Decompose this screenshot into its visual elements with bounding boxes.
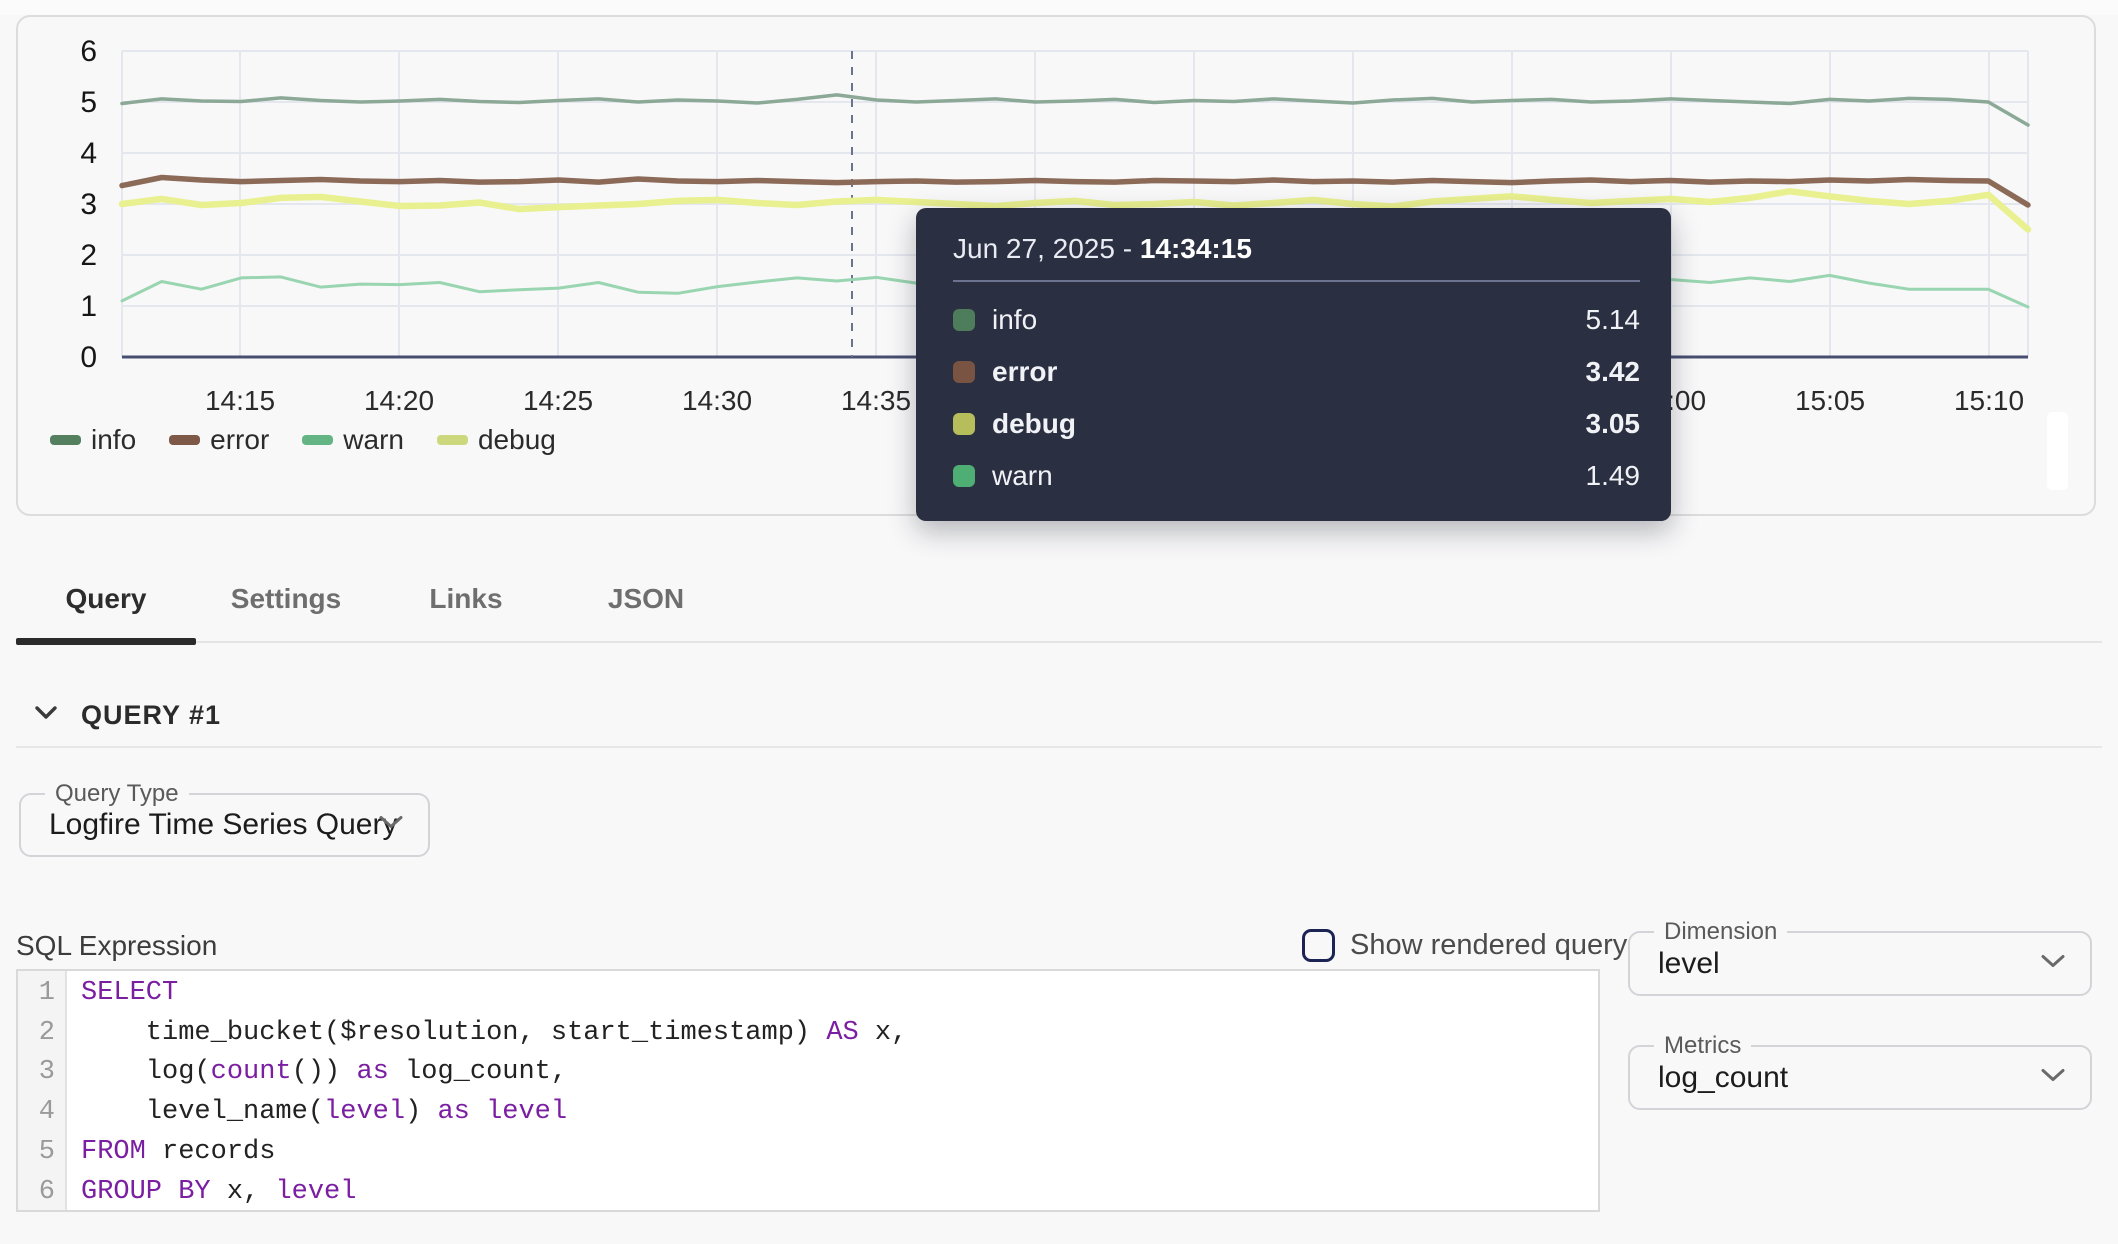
legend-label: warn <box>343 424 404 456</box>
show-rendered-query: Show rendered query <box>1302 929 1627 962</box>
tooltip-series-label: error <box>992 356 1057 388</box>
y-axis-label: 4 <box>80 137 97 170</box>
metrics-label: Metrics <box>1654 1032 1751 1060</box>
x-axis-label: 15:10 <box>1954 385 2024 416</box>
tooltip-swatch-debug <box>953 413 975 435</box>
x-axis-label: 14:15 <box>205 385 275 416</box>
line-number: 3 <box>18 1053 55 1093</box>
x-axis-label: 14:20 <box>364 385 434 416</box>
chevron-down-icon[interactable] <box>34 705 58 726</box>
sql-expression-label: SQL Expression <box>16 930 217 962</box>
dimension-value: level <box>1658 947 1720 981</box>
line-number: 5 <box>18 1133 55 1173</box>
tooltip-series-value: 3.42 <box>1586 356 1641 388</box>
tooltip-row-warn: warn 1.49 <box>953 450 1640 502</box>
line-number: 2 <box>18 1014 55 1054</box>
legend-item-error[interactable]: error <box>169 424 269 456</box>
line-number: 1 <box>18 974 55 1014</box>
tab-settings[interactable]: Settings <box>196 568 376 630</box>
tooltip-timestamp: Jun 27, 2025 - 14:34:15 <box>953 208 1640 266</box>
code-line: level_name(level) as level <box>81 1093 907 1133</box>
tooltip-series-value: 1.49 <box>1586 460 1641 492</box>
legend-item-warn[interactable]: warn <box>302 424 404 456</box>
tooltip-divider <box>953 280 1640 282</box>
x-axis-label: 15:05 <box>1795 385 1865 416</box>
query-section-title: QUERY #1 <box>81 700 221 731</box>
tooltip-swatch-info <box>953 309 975 331</box>
legend-swatch-error <box>169 435 200 445</box>
query-type-value: Logfire Time Series Query <box>49 808 397 842</box>
legend-label: debug <box>478 424 556 456</box>
dimension-select[interactable]: Dimension level <box>1628 931 2092 996</box>
y-axis-label: 5 <box>80 86 97 119</box>
tooltip-series-label: warn <box>992 460 1053 492</box>
query-type-select[interactable]: Query Type Logfire Time Series Query <box>19 793 430 857</box>
show-rendered-label: Show rendered query <box>1350 929 1627 962</box>
legend-swatch-debug <box>437 435 468 445</box>
legend-item-debug[interactable]: debug <box>437 424 556 456</box>
tooltip-series-label: debug <box>992 408 1076 440</box>
query-section-header[interactable]: QUERY #1 <box>34 700 221 731</box>
tooltip-series-label: info <box>992 304 1037 336</box>
tab-bar: QuerySettingsLinksJSON <box>16 568 736 630</box>
x-axis-label: 14:30 <box>682 385 752 416</box>
legend-label: info <box>91 424 136 456</box>
show-rendered-checkbox[interactable] <box>1302 929 1335 962</box>
tooltip-time: 14:34:15 <box>1140 233 1252 264</box>
y-axis-label: 0 <box>80 341 97 374</box>
tooltip-series-value: 3.05 <box>1586 408 1641 440</box>
chevron-down-icon <box>378 815 404 836</box>
chart-legend: info error warn debug <box>50 424 556 456</box>
y-axis-label: 6 <box>80 35 97 68</box>
tooltip-series-value: 5.14 <box>1586 304 1641 336</box>
metrics-value: log_count <box>1658 1061 1788 1095</box>
line-number: 6 <box>18 1173 55 1213</box>
y-axis-label: 3 <box>80 188 97 221</box>
y-axis-label: 1 <box>80 290 97 323</box>
tab-query[interactable]: Query <box>16 568 196 630</box>
tab-links[interactable]: Links <box>376 568 556 630</box>
tooltip-rows: info 5.14 error 3.42 debug 3.05 warn 1.49 <box>953 294 1640 502</box>
tooltip-row-error: error 3.42 <box>953 346 1640 398</box>
section-divider <box>16 746 2102 748</box>
active-tab-underline <box>16 638 196 645</box>
tooltip-date: Jun 27, 2025 - <box>953 233 1140 264</box>
sql-editor[interactable]: 123456 SELECT time_bucket($resolution, s… <box>16 969 1600 1212</box>
legend-swatch-warn <box>302 435 333 445</box>
legend-swatch-info <box>50 435 81 445</box>
legend-item-info[interactable]: info <box>50 424 136 456</box>
series-line-info <box>122 95 2028 125</box>
tooltip-swatch-error <box>953 361 975 383</box>
legend-label: error <box>210 424 269 456</box>
scrollbar-thumb[interactable] <box>2047 412 2068 490</box>
tooltip-swatch-warn <box>953 465 975 487</box>
sql-code[interactable]: SELECT time_bucket($resolution, start_ti… <box>67 971 907 1210</box>
code-line: log(count()) as log_count, <box>81 1053 907 1093</box>
line-numbers: 123456 <box>18 971 67 1210</box>
dimension-label: Dimension <box>1654 918 1787 946</box>
line-number: 4 <box>18 1093 55 1133</box>
tab-divider <box>16 641 2102 643</box>
tab-json[interactable]: JSON <box>556 568 736 630</box>
chevron-down-icon <box>2040 1067 2066 1088</box>
code-line: time_bucket($resolution, start_timestamp… <box>81 1014 907 1054</box>
code-line: FROM records <box>81 1133 907 1173</box>
tooltip-row-info: info 5.14 <box>953 294 1640 346</box>
chart-tooltip: Jun 27, 2025 - 14:34:15 info 5.14 error 3.4… <box>916 208 1671 521</box>
x-axis-label: 14:35 <box>841 385 911 416</box>
y-axis-label: 2 <box>80 239 97 272</box>
metrics-select[interactable]: Metrics log_count <box>1628 1045 2092 1110</box>
chevron-down-icon <box>2040 953 2066 974</box>
code-line: SELECT <box>81 974 907 1014</box>
x-axis-label: 14:25 <box>523 385 593 416</box>
code-line: GROUP BY x, level <box>81 1173 907 1213</box>
tooltip-row-debug: debug 3.05 <box>953 398 1640 450</box>
query-type-label: Query Type <box>45 780 189 808</box>
